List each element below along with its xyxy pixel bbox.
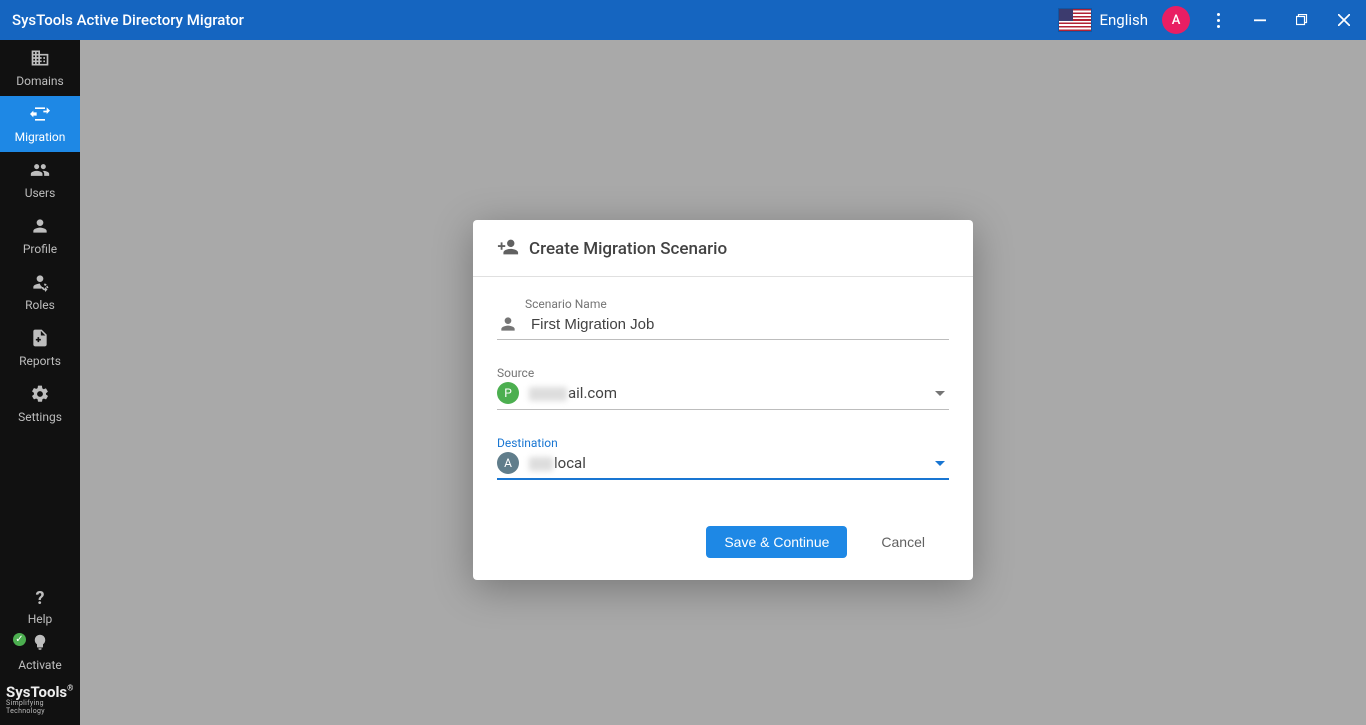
close-button[interactable] [1330, 0, 1358, 40]
destination-avatar: A [497, 452, 519, 474]
kebab-icon [1217, 13, 1220, 28]
sidebar-item-label: Reports [19, 354, 61, 368]
blurred-text [529, 387, 567, 401]
chevron-down-icon [935, 391, 945, 396]
minimize-icon [1254, 14, 1266, 26]
cancel-button[interactable]: Cancel [875, 533, 931, 551]
source-select[interactable]: P ail.com [497, 382, 949, 410]
person-icon [497, 313, 519, 335]
person-add-icon [497, 236, 519, 262]
brand-logo: SysTools® Simplifying Technology [0, 676, 80, 725]
sidebar-item-activate[interactable]: ✓ Activate [0, 630, 80, 676]
sidebar-item-label: Settings [18, 410, 62, 424]
destination-select[interactable]: A local [497, 452, 949, 480]
dialog-title: Create Migration Scenario [529, 239, 727, 259]
sidebar-item-profile[interactable]: Profile [0, 208, 80, 264]
chevron-down-icon [935, 461, 945, 466]
sidebar-item-reports[interactable]: Reports [0, 320, 80, 376]
activate-icon [31, 634, 49, 655]
maximize-icon [1296, 14, 1308, 26]
sidebar-item-label: Profile [23, 242, 57, 256]
domains-icon [30, 48, 50, 71]
more-menu-button[interactable] [1204, 0, 1232, 40]
sidebar-item-label: Roles [25, 298, 55, 312]
us-flag-icon [1059, 9, 1091, 31]
app-title: SysTools Active Directory Migrator [12, 11, 244, 29]
activate-label: Activate [18, 658, 62, 672]
profile-icon [30, 216, 50, 239]
source-value: ail.com [529, 384, 925, 402]
sidebar-item-users[interactable]: Users [0, 152, 80, 208]
gear-icon [30, 384, 50, 407]
roles-icon [30, 272, 50, 295]
create-migration-dialog: Create Migration Scenario Scenario Name … [473, 220, 973, 580]
destination-value: local [529, 454, 925, 472]
close-icon [1338, 14, 1350, 26]
maximize-button[interactable] [1288, 0, 1316, 40]
minimize-button[interactable] [1246, 0, 1274, 40]
titlebar: SysTools Active Directory Migrator Engli… [0, 0, 1366, 40]
sidebar-item-label: Migration [15, 130, 66, 144]
sidebar-item-help[interactable]: ? Help [0, 584, 80, 630]
language-selector[interactable]: English [1059, 9, 1148, 31]
blurred-text [529, 457, 553, 471]
sidebar-item-label: Domains [16, 74, 64, 88]
sidebar-item-migration[interactable]: Migration [0, 96, 80, 152]
check-badge-icon: ✓ [13, 633, 26, 646]
reports-icon [30, 328, 50, 351]
destination-field: Destination A local [497, 436, 949, 480]
scenario-name-input[interactable] [529, 315, 949, 334]
sidebar-item-label: Users [25, 186, 56, 200]
scenario-name-field: Scenario Name [497, 297, 949, 340]
language-label: English [1099, 11, 1148, 29]
source-label: Source [497, 366, 949, 380]
source-avatar: P [497, 382, 519, 404]
save-continue-button[interactable]: Save & Continue [706, 526, 847, 558]
sidebar-item-domains[interactable]: Domains [0, 40, 80, 96]
migration-icon [30, 104, 50, 127]
destination-label: Destination [497, 436, 949, 450]
user-avatar[interactable]: A [1162, 6, 1190, 34]
sidebar-item-roles[interactable]: Roles [0, 264, 80, 320]
source-field: Source P ail.com [497, 366, 949, 410]
main-content: Create Migration Scenario Scenario Name … [80, 40, 1366, 725]
help-icon: ? [36, 588, 45, 609]
users-icon [30, 160, 50, 183]
scenario-name-label: Scenario Name [497, 297, 949, 311]
help-label: Help [28, 612, 53, 626]
sidebar: Domains Migration Users Profile Roles [0, 40, 80, 725]
sidebar-item-settings[interactable]: Settings [0, 376, 80, 432]
